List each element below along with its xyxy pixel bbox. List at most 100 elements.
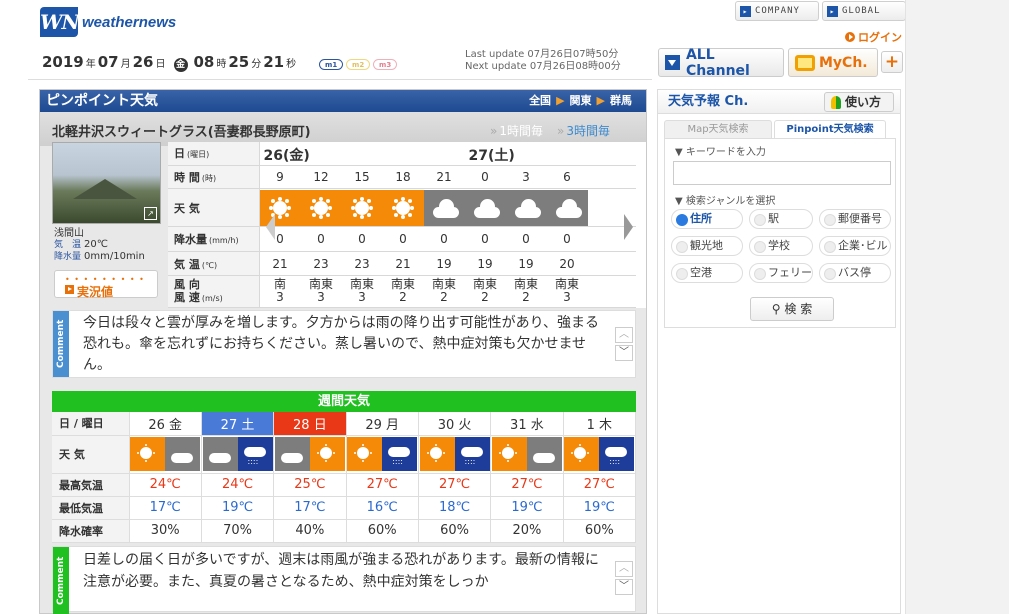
precip-cell: 0 [317,232,325,247]
keyword-input[interactable] [673,161,891,185]
genre-airport[interactable]: 空港 [671,263,743,283]
precip-cell: 0 [563,232,571,247]
precip-cell: 0 [481,232,489,247]
mych-button[interactable]: MyCh. [788,48,878,77]
week-max-cell: 27℃ [418,473,492,497]
week-max-cell: 27℃ [346,473,419,497]
temp-cell: 21 [272,256,288,271]
hour-cell: 18 [395,169,411,184]
week-day-cell: 30 火 [418,412,492,436]
genre-station[interactable]: 駅 [749,209,813,229]
cloud-sun-icon [274,437,345,471]
week-weather-cell [346,435,419,474]
genre-tourist[interactable]: 観光地 [671,236,743,256]
tab-map-search[interactable]: Map天気検索 [664,120,772,138]
scroll-down-button[interactable]: ﹀ [615,579,633,595]
week-pop-cell: 30% [129,519,202,543]
wind-speed-cell: 2 [399,290,407,305]
pill-m1[interactable]: m1 [319,59,344,70]
week-min-cell: 16℃ [346,496,419,520]
genre-ferry[interactable]: フェリー [749,263,813,283]
howto-button[interactable]: 使い方 [824,92,894,112]
cloudy-icon [546,189,588,226]
scroll-down-button[interactable]: ﹀ [615,345,633,361]
tv-icon [795,54,815,71]
week-weather-cell [201,435,275,474]
keyword-label: ▼ キーワードを入力 [675,147,766,158]
arrow-icon: ▸ [827,5,838,17]
weekly-comment: Comment 日差しの届く日が多いですが、週末は雨風が強まる恐れがあります。最… [52,546,636,614]
week-max-row: 最高気温 24℃ 24℃ 25℃ 27℃ 27℃ 27℃ 27℃ [52,473,637,497]
hour-row: 9 12 15 18 21 0 3 6 [259,165,636,189]
temp-cell: 19 [477,256,493,271]
tab-pinpoint-search[interactable]: Pinpoint天気検索 [774,120,886,138]
live-observation-button[interactable]: • • • • • • • • • 実況値 [54,270,158,299]
crumb-national[interactable]: 全国 [529,94,551,107]
week-min-row: 最低気温 17℃ 19℃ 17℃ 16℃ 18℃ 19℃ 19℃ [52,496,637,520]
wind-speed-cell: 2 [522,290,530,305]
top-bar: WN weathernews ▸ COMPANY ▸ GLOBAL ログイン [0,0,1009,44]
precip-cell: 0 [440,232,448,247]
comment-text: 今日は段々と雲が厚みを増します。夕方からは雨の降り出す可能性があり、強まる恐れも… [83,315,600,373]
expand-icon: ↗ [144,207,157,220]
genre-school[interactable]: 学校 [749,236,813,256]
scroll-up-button[interactable]: ︿ [615,561,633,577]
week-day-cell: 1 木 [563,412,637,436]
pill-m3[interactable]: m3 [373,59,398,70]
week-max-cell: 25℃ [273,473,347,497]
week-weather-row: 天 気 [52,435,637,474]
week-pop-cell: 70% [201,519,275,543]
week-weather-cell [129,435,202,474]
week-weather-cell [418,435,492,474]
genre-bus[interactable]: バス停 [819,263,891,283]
add-channel-button[interactable]: + [881,51,903,73]
week-min-cell: 19℃ [201,496,275,520]
weathernews-logo[interactable]: WN weathernews [40,7,176,37]
wind-speed-cell: 2 [440,290,448,305]
play-icon [845,32,855,42]
wind-speed-cell: 3 [317,290,325,305]
pinpoint-search-form: ▼ キーワードを入力 ▼ 検索ジャンルを選択 住所 駅 郵便番号 観光地 学校 … [664,138,896,328]
precip-row: 00000000 [259,226,636,253]
temp-row: 21 23 23 21 19 19 19 20 [259,251,636,276]
all-channel-button[interactable]: ALL Channel [658,47,784,79]
scroll-right-arrow[interactable] [624,214,633,240]
weekly-header: 週間天気 [52,391,636,412]
week-weather-cell [490,435,564,474]
sun-rain-icon [419,437,490,471]
live-camera-image[interactable]: ↗ [52,142,161,224]
login-link[interactable]: ログイン [845,29,902,45]
global-button[interactable]: ▸ GLOBAL [822,1,906,21]
company-button[interactable]: ▸ COMPANY [735,1,819,21]
week-pop-cell: 60% [418,519,492,543]
pill-m2[interactable]: m2 [346,59,371,70]
crumb-gunma[interactable]: 群馬 [610,94,632,107]
week-day-cell: 29 月 [346,412,419,436]
current-datetime: 2019 年 07 月 26 日 金 08 時 25 分 21 秒 m1 m2 m3 [42,53,398,72]
hour-cell: 9 [276,169,284,184]
temp-cell: 23 [354,256,370,271]
tab-3h[interactable]: 3時間毎 [566,124,610,138]
sun-cloud-icon [491,437,562,471]
scroll-up-button[interactable]: ︿ [615,327,633,343]
week-min-cell: 19℃ [490,496,564,520]
crumb-kanto[interactable]: 関東 [570,94,592,107]
week-day-row: 日 / 曜日 26 金 27 土 28 日 29 月 30 火 31 水1 木 [52,412,637,436]
genre-label: ▼ 検索ジャンルを選択 [675,196,776,207]
week-max-cell: 27℃ [490,473,564,497]
genre-postal[interactable]: 郵便番号 [819,209,891,229]
search-button[interactable]: ⚲ 検 索 [750,297,834,321]
week-min-cell: 18℃ [418,496,492,520]
temp-cell: 20 [559,256,575,271]
week-min-cell: 17℃ [129,496,202,520]
sunny-icon [300,189,342,226]
comment-text: 日差しの届く日が多いですが、週末は雨風が強まる恐れがあります。最新の情報に注意が… [83,552,599,590]
genre-address[interactable]: 住所 [671,209,743,229]
sidebar-header: 天気予報 Ch. 使い方 [658,90,900,114]
scroll-left-arrow[interactable] [266,214,275,240]
tab-1h[interactable]: 1時間毎 [499,124,543,138]
cloud-rain-icon [202,437,273,471]
genre-company[interactable]: 企業･ビル [819,236,891,256]
temp-cell: 19 [436,256,452,271]
search-icon: ⚲ [771,302,785,316]
